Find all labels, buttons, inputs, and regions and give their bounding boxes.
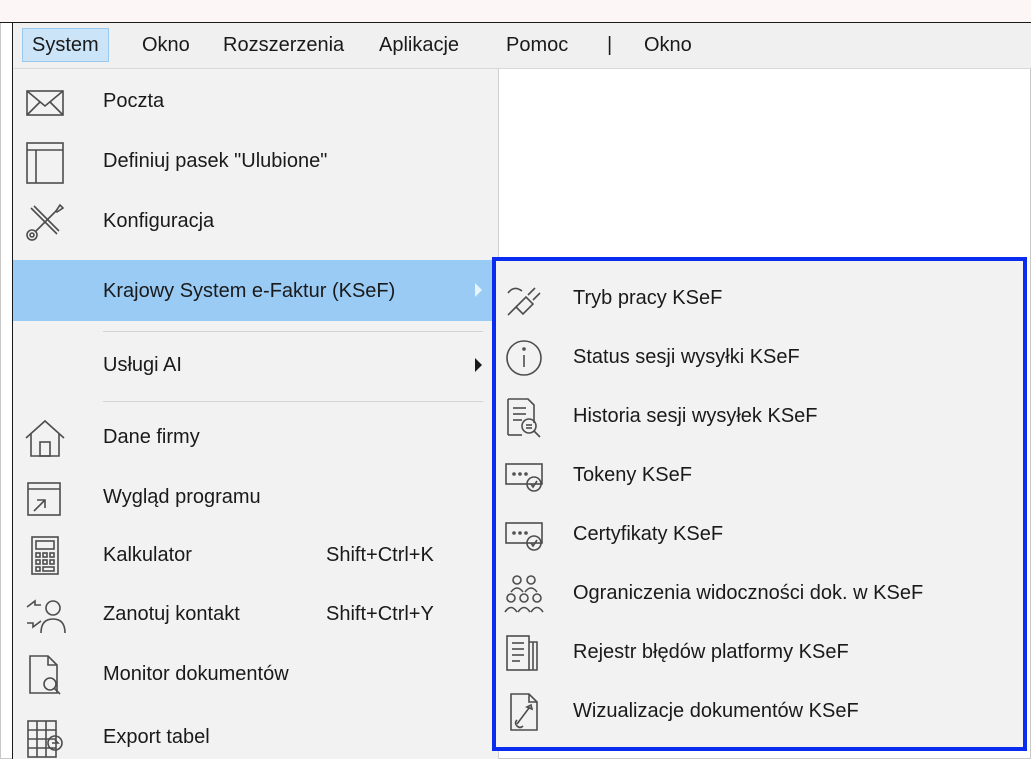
menu-separator bbox=[103, 331, 483, 332]
submenu-item-label: Tokeny KSeF bbox=[573, 464, 692, 486]
system-dropdown: Poczta Definiuj pasek "Ulubione" Konfigu… bbox=[13, 69, 499, 759]
calculator-icon bbox=[23, 534, 67, 578]
submenu-item-wizualizacje[interactable]: Wizualizacje dokumentów KSeF bbox=[496, 682, 1023, 741]
shortcut-label: Shift+Ctrl+Y bbox=[326, 603, 434, 625]
menu-item-label: Dane firmy bbox=[103, 426, 200, 448]
error-register-icon bbox=[502, 631, 546, 675]
menu-item-label: Definiuj pasek "Ulubione" bbox=[103, 150, 328, 172]
menu-item-poczta[interactable]: Poczta bbox=[13, 73, 498, 129]
table-export-icon bbox=[23, 716, 67, 760]
submenu-item-label: Ograniczenia widoczności dok. w KSeF bbox=[573, 582, 924, 604]
plug-icon bbox=[502, 277, 546, 321]
document-search-icon bbox=[23, 653, 67, 697]
menu-item-label: Wygląd programu bbox=[103, 486, 261, 508]
envelope-icon bbox=[23, 80, 67, 124]
menu-okno[interactable]: Okno bbox=[133, 29, 199, 61]
menu-item-uslugi-ai[interactable]: Usługi AI bbox=[13, 337, 498, 393]
menu-item-export-tabel[interactable]: Export tabel bbox=[13, 709, 498, 765]
menu-item-wyglad-programu[interactable]: Wygląd programu bbox=[13, 469, 498, 525]
submenu-item-tryb-pracy[interactable]: Tryb pracy KSeF bbox=[496, 269, 1023, 328]
menu-item-label: Konfiguracja bbox=[103, 210, 215, 232]
menu-item-zanotuj-kontakt[interactable]: Zanotuj kontakt Shift+Ctrl+Y bbox=[13, 586, 498, 642]
menu-item-dane-firmy[interactable]: Dane firmy bbox=[13, 409, 498, 465]
panel-icon bbox=[23, 140, 67, 184]
submenu-arrow-icon bbox=[475, 283, 482, 297]
menu-item-definiuj-pasek[interactable]: Definiuj pasek "Ulubione" bbox=[13, 133, 498, 189]
submenu-item-label: Status sesji wysyłki KSeF bbox=[573, 346, 800, 368]
submenu-item-certyfikaty[interactable]: Certyfikaty KSeF bbox=[496, 505, 1023, 564]
submenu-item-label: Rejestr błędów platformy KSeF bbox=[573, 641, 849, 663]
submenu-item-historia-sesji[interactable]: Historia sesji wysyłek KSeF bbox=[496, 387, 1023, 446]
submenu-item-status-sesji[interactable]: Status sesji wysyłki KSeF bbox=[496, 328, 1023, 387]
submenu-item-label: Historia sesji wysyłek KSeF bbox=[573, 405, 818, 427]
menu-okno-2[interactable]: Okno bbox=[635, 29, 701, 61]
menu-item-label: Poczta bbox=[103, 90, 165, 112]
menu-separator bbox=[103, 401, 483, 402]
window-icon bbox=[23, 476, 67, 520]
visualization-document-icon bbox=[502, 690, 546, 734]
menu-item-label: Krajowy System e-Faktur (KSeF) bbox=[103, 280, 396, 302]
token-icon bbox=[502, 454, 546, 498]
wrench-screwdriver-icon bbox=[23, 200, 67, 244]
shortcut-label: Shift+Ctrl+K bbox=[326, 544, 434, 566]
title-band bbox=[0, 0, 1031, 23]
submenu-item-label: Tryb pracy KSeF bbox=[573, 287, 723, 309]
users-group-icon bbox=[502, 572, 546, 616]
info-icon bbox=[502, 336, 546, 380]
submenu-arrow-icon bbox=[475, 358, 482, 372]
menu-bar: System Okno Rozszerzenia Aplikacje Pomoc… bbox=[13, 23, 1031, 69]
menu-item-label: Monitor dokumentów bbox=[103, 663, 289, 685]
menu-item-label: Zanotuj kontakt bbox=[103, 603, 240, 625]
submenu-item-label: Certyfikaty KSeF bbox=[573, 523, 724, 545]
submenu-item-tokeny[interactable]: Tokeny KSeF bbox=[496, 446, 1023, 505]
menu-item-label: Usługi AI bbox=[103, 354, 182, 376]
certificate-icon bbox=[502, 513, 546, 557]
ksef-submenu: Tryb pracy KSeF Status sesji wysyłki KSe… bbox=[492, 257, 1027, 751]
contact-icon bbox=[23, 593, 67, 637]
menu-separator: | bbox=[607, 34, 613, 56]
menu-item-konfiguracja[interactable]: Konfiguracja bbox=[13, 193, 498, 249]
submenu-item-rejestr-bledow[interactable]: Rejestr błędów platformy KSeF bbox=[496, 623, 1023, 682]
submenu-item-ograniczenia[interactable]: Ograniczenia widoczności dok. w KSeF bbox=[496, 564, 1023, 623]
menu-item-ksef[interactable]: Krajowy System e-Faktur (KSeF) bbox=[13, 260, 498, 321]
menu-item-label: Kalkulator bbox=[103, 544, 192, 566]
menu-system[interactable]: System bbox=[22, 28, 109, 62]
submenu-item-label: Wizualizacje dokumentów KSeF bbox=[573, 700, 859, 722]
menu-rozszerzenia[interactable]: Rozszerzenia bbox=[214, 29, 353, 61]
menu-item-monitor-dokumentow[interactable]: Monitor dokumentów bbox=[13, 646, 498, 702]
menu-item-kalkulator[interactable]: Kalkulator Shift+Ctrl+K bbox=[13, 527, 498, 583]
history-document-icon bbox=[502, 395, 546, 439]
menu-item-label: Export tabel bbox=[103, 726, 210, 748]
menu-pomoc[interactable]: Pomoc bbox=[497, 29, 577, 61]
house-icon bbox=[23, 416, 67, 460]
menu-aplikacje[interactable]: Aplikacje bbox=[370, 29, 468, 61]
